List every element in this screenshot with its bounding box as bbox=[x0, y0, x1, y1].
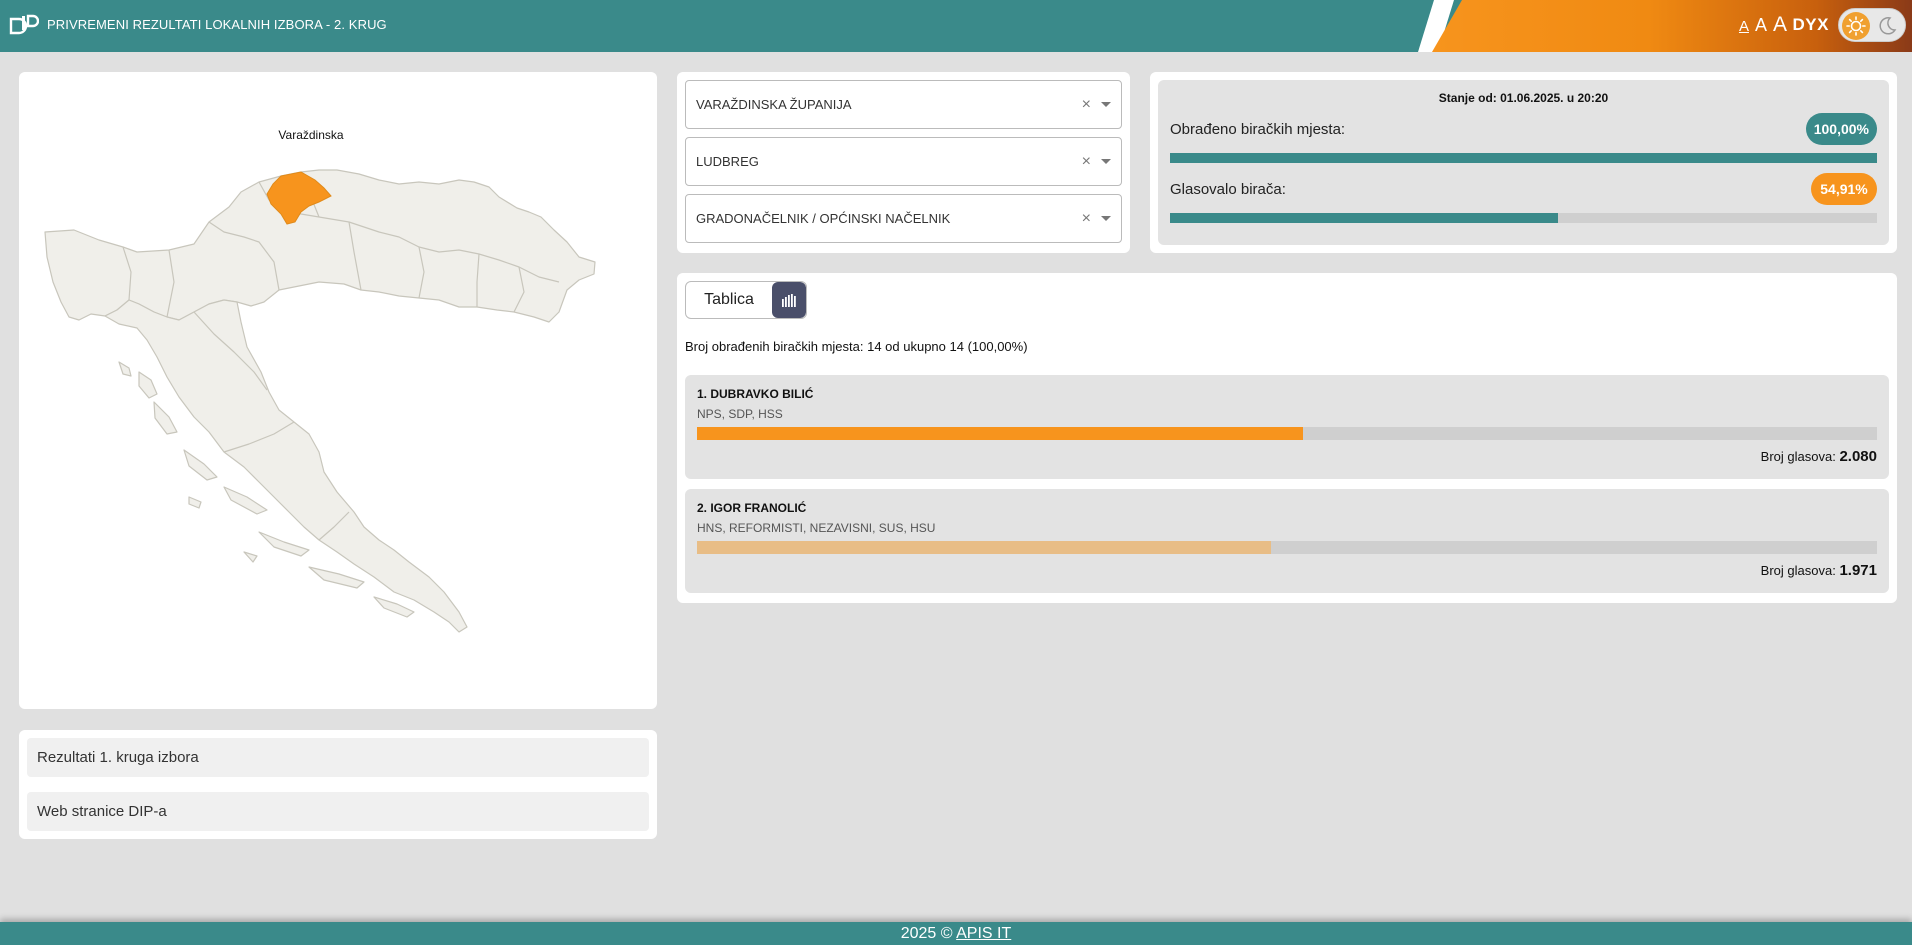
status-timestamp: Stanje od: 01.06.2025. u 20:20 bbox=[1438, 91, 1609, 105]
candidate-vote-bar bbox=[697, 541, 1877, 554]
map-island-2 bbox=[153, 401, 178, 435]
clear-icon[interactable]: × bbox=[1082, 96, 1091, 114]
map-island-10 bbox=[243, 551, 258, 563]
link-dip-website[interactable]: Web stranice DIP-a bbox=[27, 792, 649, 831]
map-island-7 bbox=[373, 596, 415, 618]
candidate-vote-bar bbox=[697, 427, 1877, 440]
processed-label: Obrađeno biračkih mjesta: bbox=[1170, 120, 1346, 138]
candidate-votes: Broj glasova: 1.971 bbox=[697, 562, 1877, 579]
stats-card: Stanje od: 01.06.2025. u 20:20 Obrađeno … bbox=[1150, 72, 1897, 253]
app-footer: 2025 © APIS IT bbox=[0, 922, 1912, 945]
font-size-controls: A A A bbox=[1739, 13, 1787, 37]
votes-label: Broj glasova: bbox=[1760, 563, 1836, 578]
candidate-vote-bar-fill bbox=[697, 427, 1303, 440]
footer-link-apis[interactable]: APIS IT bbox=[956, 925, 1011, 942]
app-title: PRIVREMENI REZULTATI LOKALNIH IZBORA - 2… bbox=[47, 17, 387, 32]
municipality-select[interactable]: LUDBREG × bbox=[685, 137, 1122, 186]
tab-table[interactable]: Tablica bbox=[686, 282, 772, 318]
candidate-name: 1. DUBRAVKO BILIĆ bbox=[697, 387, 814, 401]
results-card: Tablica Broj obrađenih biračkih mjesta: … bbox=[677, 273, 1897, 603]
theme-toggle[interactable] bbox=[1838, 8, 1906, 42]
candidate-parties: HNS, REFORMISTI, NEZAVISNI, SUS, HSU bbox=[697, 521, 936, 535]
chevron-down-icon[interactable] bbox=[1101, 216, 1111, 221]
font-size-large-button[interactable]: A bbox=[1773, 13, 1787, 37]
bar-chart-icon bbox=[782, 294, 796, 307]
processed-row: Obrađeno biračkih mjesta: 100,00% bbox=[1170, 113, 1877, 145]
votes-label: Broj glasova: bbox=[1760, 449, 1836, 464]
map-island-5 bbox=[258, 531, 310, 557]
processed-bar bbox=[1170, 153, 1877, 163]
view-toggle: Tablica bbox=[685, 281, 807, 319]
county-select[interactable]: VARAŽDINSKA ŽUPANIJA × bbox=[685, 80, 1122, 129]
font-size-small-button[interactable]: A bbox=[1739, 18, 1749, 35]
app-header: PRIVREMENI REZULTATI LOKALNIH IZBORA - 2… bbox=[0, 0, 1912, 52]
dyslexia-font-button[interactable]: DYX bbox=[1793, 15, 1829, 35]
municipality-select-value: LUDBREG bbox=[696, 154, 759, 169]
chevron-down-icon[interactable] bbox=[1101, 102, 1111, 107]
candidate-card: 2. IGOR FRANOLIĆ HNS, REFORMISTI, NEZAVI… bbox=[685, 489, 1889, 593]
election-type-select[interactable]: GRADONAČELNIK / OPĆINSKI NAČELNIK × bbox=[685, 194, 1122, 243]
map-island-6 bbox=[308, 566, 365, 589]
turnout-bar bbox=[1170, 213, 1877, 223]
map-island-3 bbox=[183, 449, 218, 481]
candidate-votes: Broj glasova: 2.080 bbox=[697, 448, 1877, 465]
tab-chart[interactable] bbox=[772, 282, 806, 318]
election-type-select-value: GRADONAČELNIK / OPĆINSKI NAČELNIK bbox=[696, 211, 951, 226]
sun-icon bbox=[1842, 12, 1870, 40]
moon-icon bbox=[1879, 17, 1897, 35]
processed-badge: 100,00% bbox=[1805, 113, 1877, 145]
votes-value: 2.080 bbox=[1839, 448, 1877, 465]
candidate-parties: NPS, SDP, HSS bbox=[697, 407, 783, 421]
dip-logo-icon[interactable] bbox=[9, 13, 39, 37]
map-island-1 bbox=[138, 371, 158, 399]
county-select-value: VARAŽDINSKA ŽUPANIJA bbox=[696, 97, 852, 112]
map-island-8 bbox=[118, 361, 132, 377]
filters-card: VARAŽDINSKA ŽUPANIJA × LUDBREG × GRADONA… bbox=[677, 72, 1130, 253]
candidate-vote-bar-fill bbox=[697, 541, 1272, 554]
map-island-9 bbox=[188, 496, 202, 509]
candidate-card: 1. DUBRAVKO BILIĆ NPS, SDP, HSS Broj gla… bbox=[685, 375, 1889, 479]
processed-stations-text: Broj obrađenih biračkih mjesta: 14 od uk… bbox=[685, 339, 1028, 354]
votes-value: 1.971 bbox=[1839, 562, 1877, 579]
map-island-4 bbox=[223, 486, 268, 515]
font-size-medium-button[interactable]: A bbox=[1755, 15, 1767, 36]
candidate-name: 2. IGOR FRANOLIĆ bbox=[697, 501, 807, 515]
turnout-bar-fill bbox=[1170, 213, 1559, 223]
turnout-row: Glasovalo birača: 54,91% bbox=[1170, 173, 1877, 205]
processed-bar-fill bbox=[1170, 153, 1877, 163]
clear-icon[interactable]: × bbox=[1082, 153, 1091, 171]
chevron-down-icon[interactable] bbox=[1101, 159, 1111, 164]
map-region-dalmatia bbox=[104, 299, 468, 633]
map-card: Varaždinska bbox=[19, 72, 657, 709]
stats-panel: Stanje od: 01.06.2025. u 20:20 Obrađeno … bbox=[1158, 80, 1889, 245]
footer-copyright: 2025 © bbox=[900, 925, 953, 942]
turnout-label: Glasovalo birača: bbox=[1170, 180, 1286, 198]
links-card: Rezultati 1. kruga izbora Web stranice D… bbox=[19, 730, 657, 839]
map-region-label: Varaždinska bbox=[278, 128, 343, 142]
turnout-badge: 54,91% bbox=[1811, 173, 1877, 205]
croatia-map: Varaždinska bbox=[44, 128, 596, 633]
clear-icon[interactable]: × bbox=[1082, 210, 1091, 228]
link-results-round-1[interactable]: Rezultati 1. kruga izbora bbox=[27, 738, 649, 777]
